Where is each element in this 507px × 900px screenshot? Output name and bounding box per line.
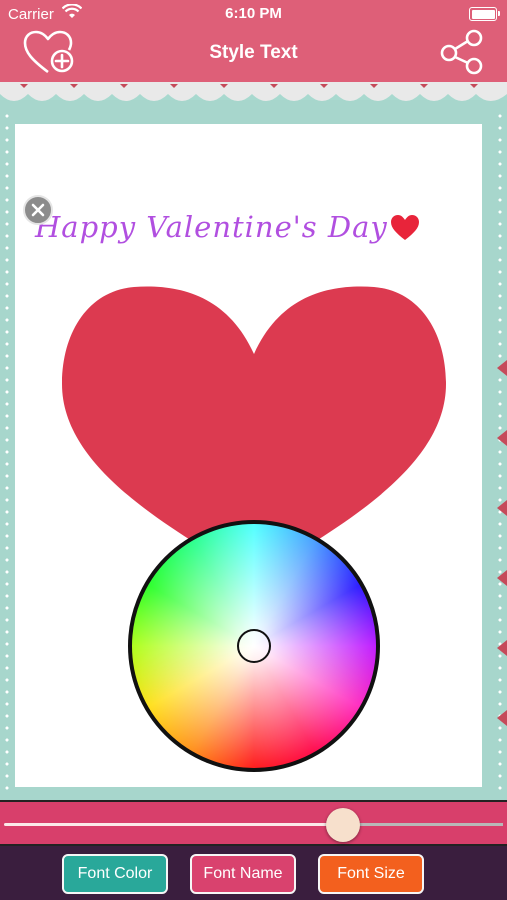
navigation-bar: Carrier 6:10 PM Style Text	[0, 0, 507, 78]
slider-track-rest	[343, 823, 503, 826]
font-size-button[interactable]: Font Size	[318, 854, 424, 894]
font-name-button[interactable]: Font Name	[190, 854, 296, 894]
opacity-slider[interactable]	[0, 800, 507, 846]
font-color-button[interactable]: Font Color	[62, 854, 168, 894]
red-heart-emoji	[390, 215, 419, 240]
status-bar: Carrier 6:10 PM	[0, 0, 507, 30]
ribbon-trim	[497, 360, 507, 726]
close-icon	[31, 203, 45, 217]
share-icon	[440, 29, 483, 75]
status-time: 6:10 PM	[225, 5, 282, 22]
frame-dots-left	[4, 110, 10, 790]
slider-thumb[interactable]	[326, 808, 361, 842]
text-layer[interactable]: Happy Valentine's Day	[35, 210, 420, 244]
text-layer-content: Happy Valentine's Day	[35, 210, 388, 244]
share-button[interactable]	[437, 28, 487, 76]
lace-border	[0, 76, 507, 101]
color-wheel-selector[interactable]	[237, 629, 271, 663]
page-title: Style Text	[209, 42, 298, 63]
battery-icon	[469, 7, 500, 21]
remove-text-button[interactable]	[23, 195, 53, 225]
bottom-toolbar: Font Color Font Name Font Size	[0, 846, 507, 900]
